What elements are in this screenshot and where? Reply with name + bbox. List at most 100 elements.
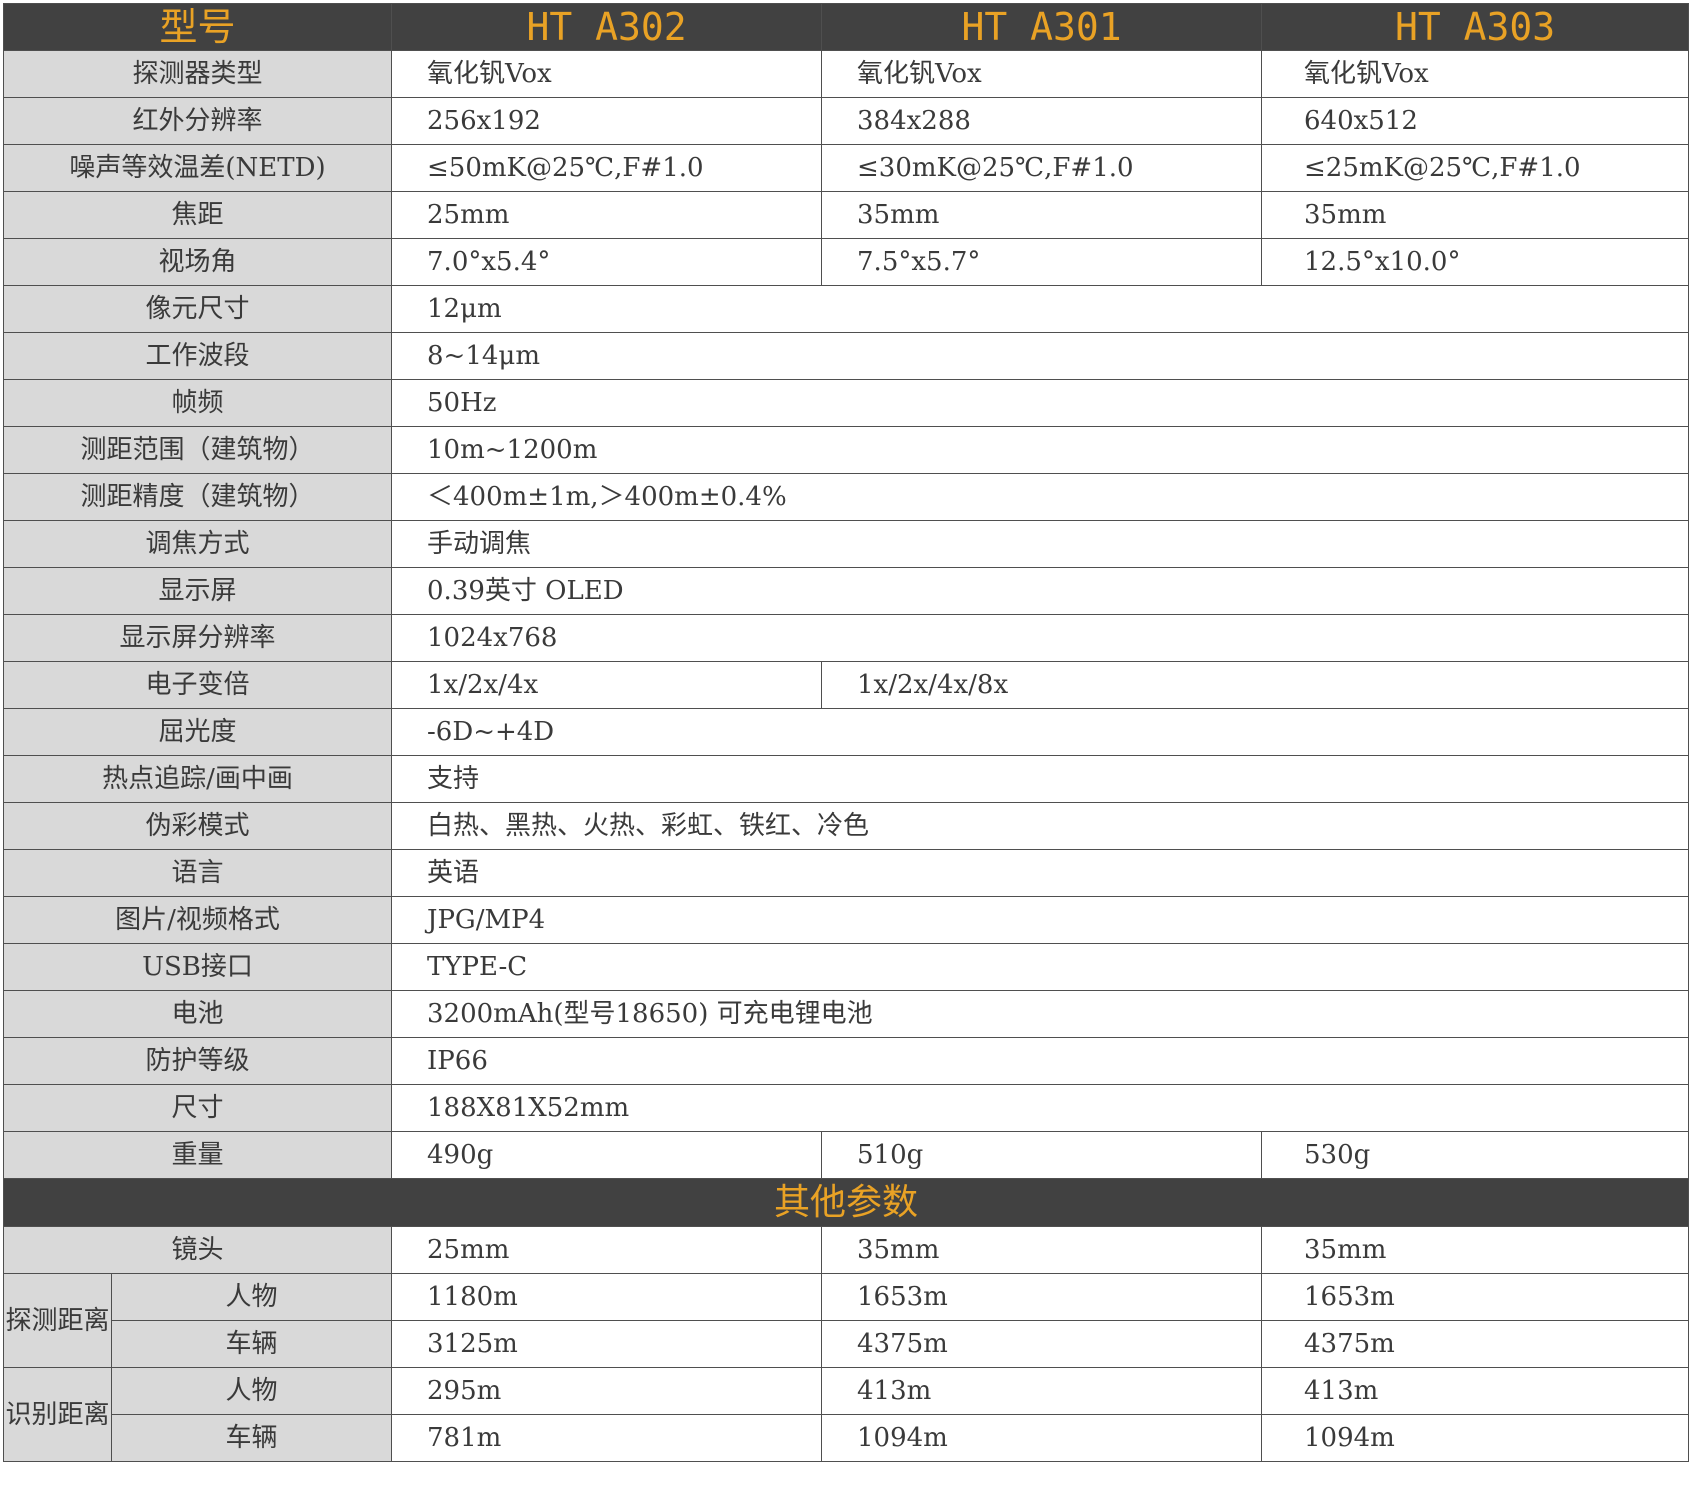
spec-value: 英语 [391,849,1690,897]
model-header-label: 型号 [2,3,393,51]
spec-row-pixel: 像元尺寸 12μm [2,285,1690,333]
detect-vehicle-value: 3125m [391,1320,823,1368]
spec-row-weight: 重量 490g 510g 530g [2,1131,1690,1179]
spec-value: 510g [821,1131,1263,1179]
spec-value: 1024x768 [391,614,1690,662]
spec-value: 氧化钒Vox [1261,50,1690,98]
spec-row-language: 语言 英语 [2,849,1690,897]
spec-value: -6D~+4D [391,708,1690,756]
spec-value: 35mm [821,191,1263,239]
spec-table: 型号 HT A302 HT A301 HT A303 探测器类型 氧化钒Vox … [2,3,1690,1462]
spec-value: ≤50mK@25℃,F#1.0 [391,144,823,192]
spec-value: 384x288 [821,97,1263,145]
spec-value: 50Hz [391,379,1690,427]
model-name-a303: HT A303 [1261,3,1690,51]
spec-label: 焦距 [2,191,393,239]
spec-row-accuracy: 测距精度（建筑物） ＜400m±1m,＞400m±0.4% [2,473,1690,521]
lens-value: 35mm [821,1226,1263,1274]
spec-row-ir-resolution: 红外分辨率 256x192 384x288 640x512 [2,97,1690,145]
detect-person-value: 1180m [391,1273,823,1321]
spec-value: 支持 [391,755,1690,803]
other-row-recognize-vehicle: 车辆 781m 1094m 1094m [4,1414,1690,1462]
spec-label: 显示屏分辨率 [2,614,393,662]
other-row-detect-vehicle: 车辆 3125m 4375m 4375m [4,1320,1690,1368]
spec-value: 0.39英寸 OLED [391,567,1690,615]
spec-label: 图片/视频格式 [2,896,393,944]
spec-row-detector: 探测器类型 氧化钒Vox 氧化钒Vox 氧化钒Vox [2,50,1690,98]
spec-label: 重量 [2,1131,393,1179]
spec-value: 12.5°x10.0° [1261,238,1690,286]
spec-value: 白热、黑热、火热、彩虹、铁红、冷色 [391,802,1690,850]
spec-label: 屈光度 [2,708,393,756]
other-params-title: 其他参数 [2,1178,1690,1227]
spec-row-format: 图片/视频格式 JPG/MP4 [2,896,1690,944]
spec-label: 工作波段 [2,332,393,380]
recognize-person-value: 413m [1261,1367,1690,1415]
spec-value: 1x/2x/4x [391,661,823,709]
spec-row-protection: 防护等级 IP66 [2,1037,1690,1085]
spec-row-frame: 帧频 50Hz [2,379,1690,427]
spec-value: IP66 [391,1037,1690,1085]
spec-label: 测距精度（建筑物） [2,473,393,521]
recognize-person-label: 人物 [110,1367,393,1415]
spec-label: 探测器类型 [2,50,393,98]
recognize-vehicle-value: 781m [391,1414,823,1462]
spec-label: 防护等级 [2,1037,393,1085]
spec-label: 伪彩模式 [2,802,393,850]
spec-value: 3200mAh(型号18650) 可充电锂电池 [391,990,1690,1038]
recognize-person-value: 295m [391,1367,823,1415]
spec-label: 电子变倍 [2,661,393,709]
spec-value: 256x192 [391,97,823,145]
model-name-a302: HT A302 [391,3,823,51]
spec-label: 像元尺寸 [2,285,393,333]
spec-row-battery: 电池 3200mAh(型号18650) 可充电锂电池 [2,990,1690,1038]
spec-value: 8~14μm [391,332,1690,380]
recognize-vehicle-label: 车辆 [110,1414,393,1462]
spec-value: 530g [1261,1131,1690,1179]
spec-value: 25mm [391,191,823,239]
recognize-vehicle-value: 1094m [1261,1414,1690,1462]
spec-row-diopter: 屈光度 -6D~+4D [2,708,1690,756]
spec-label: 显示屏 [2,567,393,615]
spec-value: ≤25mK@25℃,F#1.0 [1261,144,1690,192]
recognize-person-value: 413m [821,1367,1263,1415]
spec-row-range: 测距范围（建筑物） 10m~1200m [2,426,1690,474]
other-row-lens: 镜头 25mm 35mm 35mm [2,1226,1690,1274]
spec-label: 电池 [2,990,393,1038]
spec-row-zoom: 电子变倍 1x/2x/4x 1x/2x/4x/8x [2,661,1690,709]
spec-sheet: 型号 HT A302 HT A301 HT A303 探测器类型 氧化钒Vox … [2,3,1690,1462]
spec-value: 氧化钒Vox [391,50,823,98]
spec-value: 640x512 [1261,97,1690,145]
model-name-a301: HT A301 [821,3,1263,51]
spec-label: 调焦方式 [2,520,393,568]
spec-row-fov: 视场角 7.0°x5.4° 7.5°x5.7° 12.5°x10.0° [2,238,1690,286]
spec-label: USB接口 [2,943,393,991]
spec-value: 1x/2x/4x/8x [821,661,1690,709]
lens-value: 35mm [1261,1226,1690,1274]
spec-label: 测距范围（建筑物） [2,426,393,474]
spec-value: ＜400m±1m,＞400m±0.4% [391,473,1690,521]
spec-label: 噪声等效温差(NETD) [2,144,393,192]
other-row-recognize-person: 识别距离 人物 295m 413m 413m [3,1367,1690,1462]
lens-value: 25mm [391,1226,823,1274]
spec-value: TYPE-C [391,943,1690,991]
spec-row-size: 尺寸 188X81X52mm [2,1084,1690,1132]
spec-row-palette: 伪彩模式 白热、黑热、火热、彩虹、铁红、冷色 [2,802,1690,850]
model-header-row: 型号 HT A302 HT A301 HT A303 [2,3,1690,51]
spec-value: 188X81X52mm [391,1084,1690,1132]
other-params-band: 其他参数 [2,1178,1690,1227]
spec-label: 语言 [2,849,393,897]
detect-person-value: 1653m [821,1273,1263,1321]
detect-vehicle-label: 车辆 [110,1320,393,1368]
spec-row-band: 工作波段 8~14μm [2,332,1690,380]
spec-row-display: 显示屏 0.39英寸 OLED [2,567,1690,615]
spec-value: ≤30mK@25℃,F#1.0 [821,144,1263,192]
spec-label: 帧频 [2,379,393,427]
detect-person-label: 人物 [110,1273,393,1321]
spec-value: 7.0°x5.4° [391,238,823,286]
spec-value: 10m~1200m [391,426,1690,474]
detect-person-value: 1653m [1261,1273,1690,1321]
spec-label: 红外分辨率 [2,97,393,145]
recognize-vehicle-value: 1094m [821,1414,1263,1462]
spec-row-netd: 噪声等效温差(NETD) ≤50mK@25℃,F#1.0 ≤30mK@25℃,F… [2,144,1690,192]
